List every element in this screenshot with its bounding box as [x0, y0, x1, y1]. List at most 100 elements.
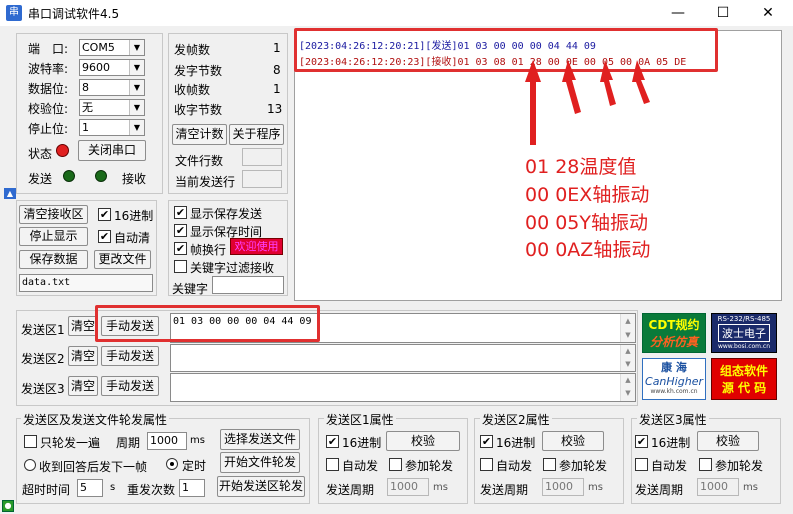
send-area-2-clear-button[interactable]: 清空	[68, 346, 98, 366]
port-select[interactable]: COM5 ▼	[79, 39, 145, 56]
send-area-1-label: 发送区1	[21, 323, 65, 337]
keyword-filter-checkbox[interactable]	[174, 260, 187, 273]
area1-checksum-button[interactable]: 校验	[386, 431, 460, 451]
area3-period-input: 1000	[697, 478, 739, 496]
tx-bytes-value: 8	[273, 63, 281, 77]
area3-checksum-button[interactable]: 校验	[697, 431, 759, 451]
bosi-logo[interactable]: RS-232/RS-485 波士电子 www.bosi.com.cn	[711, 313, 777, 353]
area3-auto-checkbox[interactable]	[635, 458, 648, 471]
stopbits-select[interactable]: 1 ▼	[79, 119, 145, 136]
zutai-logo[interactable]: 组态软件 源 代 码	[711, 358, 777, 400]
filename-field[interactable]: data.txt	[19, 274, 153, 292]
send-area-3-scrollbar[interactable]: ▲ ▼	[620, 374, 635, 401]
send-led-label: 发送	[28, 172, 53, 186]
area2-checksum-button[interactable]: 校验	[542, 431, 604, 451]
annotation-y-axis: 00 05Y轴振动	[525, 212, 648, 234]
send-area-2-input[interactable]	[170, 344, 636, 372]
area2-hex-checkbox[interactable]: ✔	[480, 435, 493, 448]
stopbits-label: 停止位:	[28, 122, 69, 136]
area3-hex-checkbox[interactable]: ✔	[635, 435, 648, 448]
send-area-3-input[interactable]	[170, 373, 636, 402]
cdt-logo[interactable]: CDT规约 分析仿真	[642, 313, 706, 353]
chevron-down-icon: ▼	[129, 80, 144, 95]
start-area-loop-button[interactable]: 开始发送区轮发	[217, 476, 305, 497]
bosi-logo-mid: 波士电子	[718, 324, 770, 342]
area2-join-checkbox[interactable]	[543, 458, 556, 471]
save-data-button[interactable]: 保存数据	[19, 250, 88, 269]
frame-newline-label: 帧换行	[190, 243, 227, 257]
maximize-button[interactable]: ☐	[700, 0, 746, 26]
kanghai-logo[interactable]: 康 海 CanHigher www.kh.com.cn	[642, 358, 706, 400]
about-button[interactable]: 关于程序	[229, 124, 284, 145]
hex-recv-label: 16进制	[114, 209, 154, 223]
area2-period-unit: ms	[588, 482, 603, 493]
area2-period-label: 发送周期	[480, 483, 529, 497]
tx-bytes-label: 发字节数	[174, 64, 223, 78]
stopbits-value: 1	[82, 121, 89, 134]
clear-count-button[interactable]: 清空计数	[172, 124, 227, 145]
auto-clear-checkbox[interactable]: ✔	[98, 230, 111, 243]
area2-auto-checkbox[interactable]	[480, 458, 493, 471]
area2-auto-label: 自动发	[496, 459, 533, 473]
databits-value: 8	[82, 81, 89, 94]
hex-recv-checkbox[interactable]: ✔	[98, 208, 111, 221]
send-area-3-clear-button[interactable]: 清空	[68, 376, 98, 396]
parity-label: 校验位:	[28, 102, 69, 116]
close-window-button[interactable]: ✕	[745, 0, 791, 26]
current-line-label: 当前发送行	[175, 175, 236, 189]
cdt-logo-bottom: 分析仿真	[649, 335, 698, 349]
period-label: 周期	[116, 436, 141, 450]
timed-label: 定时	[182, 459, 207, 473]
area1-props-title: 发送区1属性	[324, 411, 396, 428]
after-reply-radio[interactable]	[24, 459, 36, 471]
period-input[interactable]: 1000	[147, 432, 187, 450]
timed-radio[interactable]	[166, 458, 178, 470]
area1-join-checkbox[interactable]	[389, 458, 402, 471]
area3-hex-label: 16进制	[651, 436, 691, 450]
tx-frames-value: 1	[273, 41, 281, 55]
retry-label: 重发次数	[127, 483, 176, 497]
area3-auto-label: 自动发	[651, 459, 688, 473]
area3-join-checkbox[interactable]	[699, 458, 712, 471]
stop-display-button[interactable]: 停止显示	[19, 227, 88, 246]
area3-period-label: 发送周期	[635, 483, 684, 497]
parity-select[interactable]: 无 ▼	[79, 99, 145, 116]
databits-select[interactable]: 8 ▼	[79, 79, 145, 96]
arrow-y-axis-icon	[600, 60, 616, 106]
databits-label: 数据位:	[28, 82, 69, 96]
send-area-1-clear-button[interactable]: 清空	[68, 316, 98, 336]
baud-select[interactable]: 9600 ▼	[79, 59, 145, 76]
send-area-2-scrollbar[interactable]: ▲ ▼	[620, 345, 635, 371]
send-area-3-send-button[interactable]: 手动发送	[101, 376, 159, 396]
close-port-button[interactable]: 关闭串口	[78, 140, 146, 161]
send-area-2-send-button[interactable]: 手动发送	[101, 346, 159, 366]
area1-period-unit: ms	[433, 482, 448, 493]
status-label: 状态	[28, 147, 53, 161]
zutai-logo-top: 组态软件	[719, 364, 768, 378]
only-once-checkbox[interactable]	[24, 435, 37, 448]
area1-hex-checkbox[interactable]: ✔	[326, 435, 339, 448]
area3-period-unit: ms	[743, 482, 758, 493]
retry-input[interactable]: 1	[179, 479, 205, 497]
loop-props-title: 发送区及发送文件轮发属性	[21, 411, 170, 428]
clear-recv-button[interactable]: 清空接收区	[19, 205, 88, 224]
keyword-filter-label: 关键字过滤接收	[190, 261, 275, 275]
change-file-button[interactable]: 更改文件	[94, 250, 151, 269]
tx-frames-label: 发帧数	[174, 43, 211, 57]
timeout-input[interactable]: 5	[77, 479, 103, 497]
start-file-loop-button[interactable]: 开始文件轮发	[220, 452, 300, 473]
cdt-logo-top: CDT规约	[648, 318, 700, 332]
area2-hex-label: 16进制	[496, 436, 536, 450]
signal-icon: ▲	[4, 188, 16, 199]
keyword-input[interactable]	[212, 276, 284, 294]
select-send-file-button[interactable]: 选择发送文件	[220, 429, 300, 450]
area3-join-label: 参加轮发	[715, 459, 764, 473]
send-area-1-scrollbar[interactable]: ▲ ▼	[620, 314, 635, 342]
frame-newline-checkbox[interactable]: ✔	[174, 242, 187, 255]
keyword-label: 关键字	[172, 282, 209, 296]
show-save-time-checkbox[interactable]: ✔	[174, 224, 187, 237]
minimize-button[interactable]: —	[655, 0, 701, 26]
send-area-2-label: 发送区2	[21, 352, 65, 366]
area1-auto-checkbox[interactable]	[326, 458, 339, 471]
show-save-send-checkbox[interactable]: ✔	[174, 206, 187, 219]
